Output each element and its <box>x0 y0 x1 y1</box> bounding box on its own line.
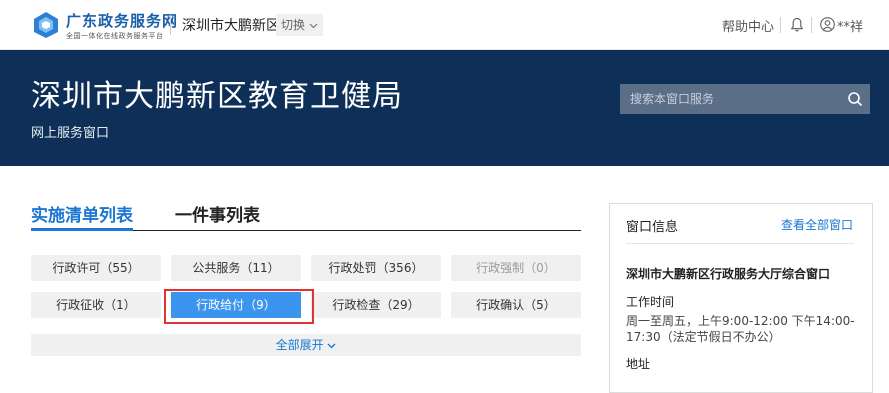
switch-region-button[interactable]: 切换 <box>276 14 323 36</box>
search-icon[interactable] <box>847 91 863 107</box>
hours-value: 周一至周五，上午9:00-12:00 下午14:00-17:30（法定节假日不办… <box>626 314 855 344</box>
divider <box>170 15 171 35</box>
divider <box>626 243 854 244</box>
divider <box>811 17 812 33</box>
logo-icon[interactable] <box>32 11 60 39</box>
expand-all-button[interactable]: 全部展开 <box>31 334 581 356</box>
category-licensing-button[interactable]: 行政许可（55） <box>31 255 161 281</box>
site-subtitle: 全国一体化在线政务服务平台 <box>66 32 164 40</box>
selection-highlight-box <box>164 289 314 324</box>
chevron-down-icon <box>309 23 318 28</box>
tab-implementation-list[interactable]: 实施清单列表 <box>31 201 133 226</box>
tab-one-thing-list[interactable]: 一件事列表 <box>175 201 260 226</box>
category-enforcement-button: 行政强制（0） <box>451 255 581 281</box>
category-confirmation-button[interactable]: 行政确认（5） <box>451 292 581 318</box>
help-center-link[interactable]: 帮助中心 <box>722 16 774 35</box>
search-box <box>620 84 870 114</box>
user-icon[interactable] <box>820 17 835 32</box>
page-title: 深圳市大鹏新区教育卫健局 <box>31 79 403 114</box>
chevron-down-icon <box>327 343 336 348</box>
site-title[interactable]: 广东政务服务网 <box>66 10 178 31</box>
category-penalty-button[interactable]: 行政处罚（356） <box>311 255 441 281</box>
panel-heading: 窗口信息 <box>626 220 679 235</box>
switch-label: 切换 <box>281 18 306 32</box>
window-name: 深圳市大鹏新区行政服务大厅综合窗口 <box>626 267 831 281</box>
category-levy-button[interactable]: 行政征收（1） <box>31 292 161 318</box>
bell-icon[interactable] <box>790 17 804 33</box>
category-public-service-button[interactable]: 公共服务（11） <box>171 255 301 281</box>
region-name: 深圳市大鹏新区 <box>182 18 280 34</box>
view-all-windows-link[interactable]: 查看全部窗口 <box>781 216 853 233</box>
expand-all-label: 全部展开 <box>275 338 324 352</box>
active-tab-indicator <box>31 228 133 231</box>
page-subtitle: 网上服务窗口 <box>31 126 110 141</box>
user-name[interactable]: **祥 <box>837 16 863 35</box>
tab-underline <box>133 230 581 231</box>
divider <box>780 17 781 33</box>
search-input[interactable] <box>620 84 840 114</box>
category-inspection-button[interactable]: 行政检查（29） <box>311 292 441 318</box>
address-label: 地址 <box>626 357 651 371</box>
hours-label: 工作时间 <box>626 295 675 309</box>
